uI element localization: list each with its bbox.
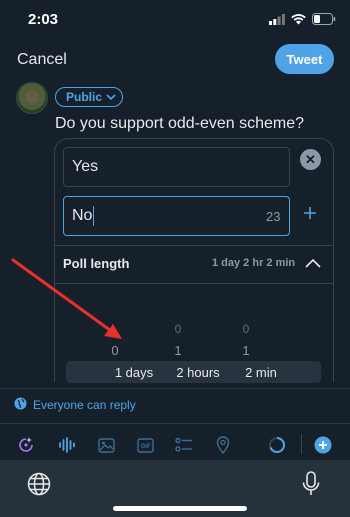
poll-choice-1-value: Yes xyxy=(72,158,99,175)
picker-hours-above[interactable]: 1 xyxy=(158,343,198,358)
plus-icon xyxy=(303,203,317,225)
picker-days-above[interactable]: 0 xyxy=(95,343,135,358)
poll-divider xyxy=(55,283,333,284)
chevron-down-icon xyxy=(106,90,116,104)
close-icon: ✕ xyxy=(305,152,316,167)
svg-text:GIF: GIF xyxy=(140,444,150,450)
globe-icon xyxy=(14,397,27,413)
status-time: 2:03 xyxy=(28,11,59,28)
poll-length-label[interactable]: Poll length xyxy=(63,256,129,271)
remove-poll-button[interactable]: ✕ xyxy=(300,149,321,170)
cellular-signal-icon xyxy=(269,12,285,30)
picker-hours-selected[interactable]: 2 hours xyxy=(168,365,228,380)
audience-selector[interactable]: Public xyxy=(55,87,124,107)
reply-divider xyxy=(0,388,350,389)
picker-hours-faint[interactable]: 0 xyxy=(158,322,198,336)
image-icon[interactable] xyxy=(97,436,115,454)
globe-icon[interactable] xyxy=(27,472,51,501)
microphone-icon[interactable] xyxy=(302,471,320,502)
add-choice-button[interactable] xyxy=(303,204,317,224)
add-tweet-button[interactable] xyxy=(314,436,332,454)
picker-days-selected[interactable]: 1 days xyxy=(104,365,164,380)
tweet-text[interactable]: Do you support odd-even scheme? xyxy=(55,115,304,133)
poll-divider xyxy=(55,245,333,246)
toolbar-divider xyxy=(0,423,350,424)
chevron-up-icon[interactable] xyxy=(305,255,321,273)
text-cursor xyxy=(93,206,95,226)
wifi-icon xyxy=(291,12,306,30)
home-indicator xyxy=(113,506,247,511)
reply-setting[interactable]: Everyone can reply xyxy=(14,397,136,413)
sparkle-icon[interactable] xyxy=(17,436,35,454)
status-icons xyxy=(269,12,336,30)
poll-choice-2-field[interactable]: No xyxy=(63,196,290,236)
picker-minutes-above[interactable]: 1 xyxy=(226,343,266,358)
cancel-button[interactable]: Cancel xyxy=(17,51,67,69)
reply-setting-label: Everyone can reply xyxy=(33,398,136,412)
poll-icon[interactable] xyxy=(175,436,193,454)
avatar[interactable] xyxy=(16,82,48,114)
poll-length-value[interactable]: 1 day 2 hr 2 min xyxy=(212,257,295,269)
character-counter: 23 xyxy=(266,209,281,224)
poll-choice-1-field[interactable]: Yes xyxy=(63,147,290,187)
audience-label: Public xyxy=(66,90,103,104)
battery-icon xyxy=(312,12,336,30)
toolbar-separator xyxy=(301,434,302,454)
picker-minutes-faint[interactable]: 0 xyxy=(226,322,266,336)
tweet-button[interactable]: Tweet xyxy=(275,44,334,74)
poll-choice-2-value: No xyxy=(72,207,93,224)
audio-icon[interactable] xyxy=(58,436,76,454)
gif-icon[interactable]: GIF xyxy=(136,436,154,454)
location-icon[interactable] xyxy=(214,436,232,454)
picker-minutes-selected[interactable]: 2 min xyxy=(236,365,286,380)
progress-circle-icon xyxy=(268,436,286,454)
